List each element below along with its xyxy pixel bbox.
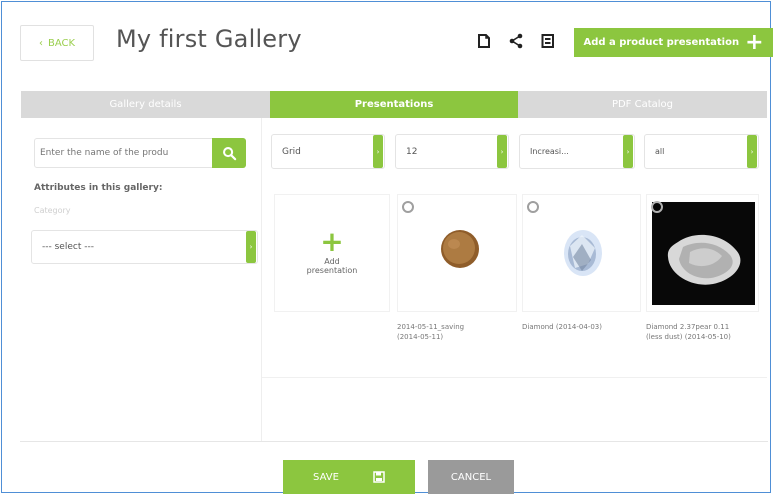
- chevron-down-icon: ›: [373, 135, 383, 168]
- presentation-card-3[interactable]: [646, 194, 759, 312]
- diamond-image: [564, 230, 602, 276]
- chevron-down-icon: ›: [246, 231, 256, 263]
- cancel-button[interactable]: CANCEL: [428, 460, 514, 494]
- tab-presentations[interactable]: Presentations: [270, 91, 518, 118]
- coin-image: [441, 230, 479, 268]
- cancel-button-label: CANCEL: [450, 471, 492, 483]
- back-button[interactable]: ‹ BACK: [20, 25, 94, 61]
- back-button-label: BACK: [47, 37, 76, 49]
- view-mode-select[interactable]: Grid ›: [271, 134, 385, 169]
- tab-label: Gallery details: [109, 99, 182, 110]
- caption-line1: 2014-05-11_saving: [397, 323, 465, 331]
- caption-line2: (2014-05-11): [397, 333, 444, 341]
- page-title: My first Gallery: [116, 25, 302, 53]
- save-button[interactable]: SAVE: [283, 460, 415, 494]
- tab-label: PDF Catalog: [611, 99, 674, 110]
- presentation-caption-2: Diamond (2014-04-03): [522, 322, 639, 332]
- share-icon[interactable]: [506, 31, 526, 51]
- search-icon: [222, 146, 236, 160]
- caption-line2: (less dust) (2014-05-10): [646, 333, 731, 341]
- tab-gallery-details[interactable]: Gallery details: [21, 91, 270, 118]
- view-mode-value: Grid: [282, 146, 301, 157]
- chevron-down-icon: ›: [747, 135, 757, 168]
- save-icon: [373, 471, 385, 483]
- document-icon[interactable]: [474, 31, 494, 51]
- tab-label: Presentations: [354, 99, 434, 110]
- add-product-presentation-button[interactable]: Add a product presentation +: [574, 28, 773, 57]
- attributes-title: Attributes in this gallery:: [34, 183, 163, 193]
- refresh-icon[interactable]: [527, 201, 539, 213]
- sort-select[interactable]: Increasi... ›: [519, 134, 635, 169]
- presentation-card-2[interactable]: [522, 194, 641, 312]
- scope-select[interactable]: all ›: [644, 134, 759, 169]
- add-product-presentation-label: Add a product presentation: [583, 37, 740, 48]
- plus-icon: +: [745, 29, 764, 55]
- search-input[interactable]: [36, 141, 202, 165]
- chevron-left-icon: ‹: [38, 37, 43, 49]
- refresh-icon[interactable]: [651, 201, 663, 213]
- refresh-icon[interactable]: [402, 201, 414, 213]
- plus-icon: +: [320, 224, 344, 258]
- save-button-label: SAVE: [313, 471, 339, 483]
- tab-pdf-catalog[interactable]: PDF Catalog: [518, 91, 767, 118]
- presentation-caption-1: 2014-05-11_saving (2014-05-11): [397, 322, 512, 342]
- items-per-page-value: 12: [406, 146, 418, 157]
- caption-line1: Diamond (2014-04-03): [522, 323, 602, 331]
- presentation-caption-3: Diamond 2.37pear 0.11 (less dust) (2014-…: [646, 322, 764, 342]
- tab-bar: Gallery details Presentations PDF Catalo…: [21, 91, 767, 118]
- scope-value: all: [655, 147, 665, 156]
- category-select-value: --- select ---: [42, 242, 94, 252]
- chevron-down-icon: ›: [497, 135, 507, 168]
- pear-diamond-image: [652, 202, 755, 305]
- presentation-card-1[interactable]: [397, 194, 517, 312]
- category-label: Category: [34, 206, 71, 215]
- sort-value: Increasi...: [530, 147, 569, 156]
- chevron-down-icon: ›: [623, 135, 633, 168]
- category-select[interactable]: --- select --- ›: [31, 230, 258, 264]
- add-presentation-card[interactable]: + Add presentation: [274, 194, 390, 312]
- pdf-icon[interactable]: [538, 31, 558, 51]
- caption-line1: Diamond 2.37pear 0.11: [646, 323, 730, 331]
- add-presentation-label-line2: presentation: [306, 265, 358, 275]
- add-presentation-label-line1: Add: [324, 256, 340, 266]
- search-button[interactable]: [212, 138, 246, 168]
- items-per-page-select[interactable]: 12 ›: [395, 134, 509, 169]
- gallery-divider: [262, 377, 767, 378]
- footer-divider: [20, 441, 768, 442]
